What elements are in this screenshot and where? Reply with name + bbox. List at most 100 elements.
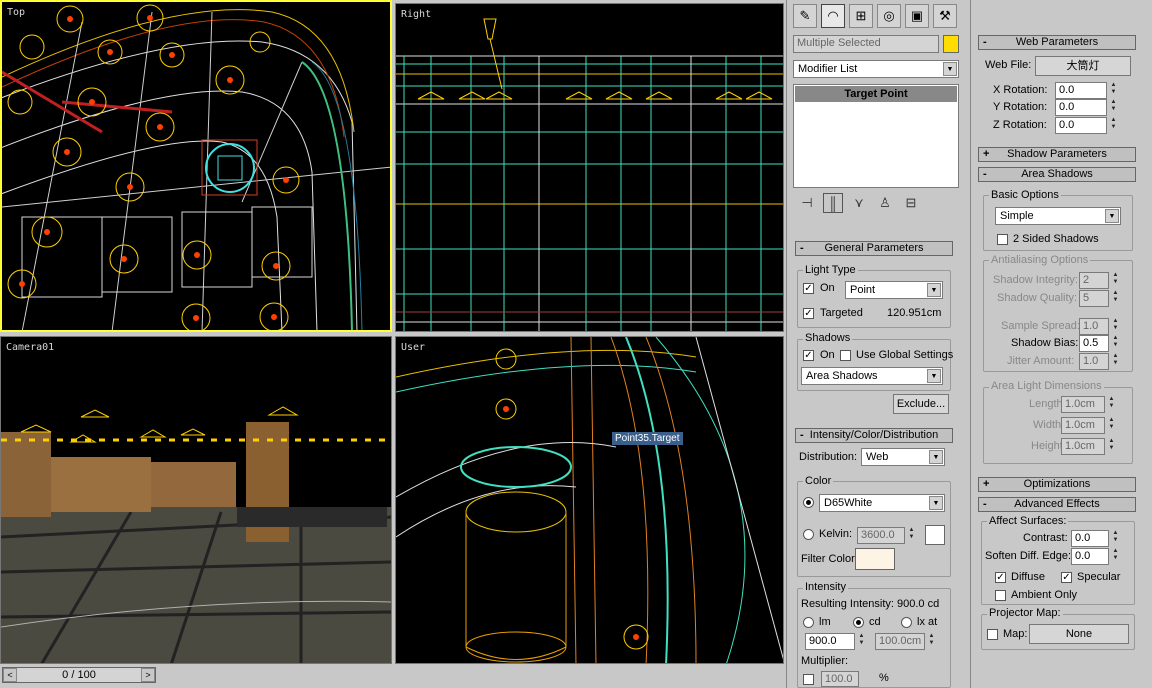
two-sided-checkbox[interactable] [997,234,1008,245]
jitter-input[interactable]: 1.0 [1079,353,1109,370]
quality-input[interactable]: 5 [1079,290,1109,307]
color-preset-value: D65White [824,497,873,509]
soften-input[interactable]: 0.0 [1071,548,1109,565]
make-unique-icon[interactable]: ⋎ [849,193,869,213]
multiplier-input[interactable]: 100.0 [821,671,859,687]
x-rotation-input[interactable]: 0.0 [1055,82,1107,99]
show-end-result-icon[interactable]: ║ [823,193,843,213]
color-preset-dropdown[interactable]: D65White ▼ [819,494,945,512]
area-shadows-rollout[interactable]: - Area Shadows [978,167,1136,182]
viewport-label-user[interactable]: User [401,342,425,353]
intensity-value-input[interactable]: 900.0 [805,633,855,650]
light-type-dropdown[interactable]: Point ▼ [845,281,943,299]
web-parameters-rollout[interactable]: - Web Parameters [978,35,1136,50]
ambient-only-checkbox[interactable] [995,590,1006,601]
time-next-button[interactable]: > [141,668,155,682]
selection-color-swatch[interactable] [943,35,959,53]
integrity-spinner[interactable]: ▲ ▼ [1111,272,1120,288]
targeted-checkbox[interactable]: ✓ [803,308,814,319]
general-parameters-rollout[interactable]: - General Parameters [795,241,953,256]
specular-checkbox[interactable]: ✓ [1061,572,1072,583]
shadow-parameters-rollout[interactable]: + Shadow Parameters [978,147,1136,162]
length-spinner[interactable]: ▲ ▼ [1107,396,1116,412]
intensity-rollout[interactable]: - Intensity/Color/Distribution [795,428,953,443]
kelvin-input[interactable]: 3600.0 [857,527,905,544]
diffuse-label: Diffuse [1011,571,1046,583]
time-slider[interactable]: < 0 / 100 > [2,667,156,683]
contrast-input[interactable]: 0.0 [1071,530,1109,547]
distribution-dropdown[interactable]: Web ▼ [861,448,945,466]
map-none-button[interactable]: None [1029,624,1129,644]
sample-spread-spinner[interactable]: ▲ ▼ [1111,318,1120,334]
shadow-bias-spinner[interactable]: ▲ ▼ [1111,335,1120,351]
kelvin-radio[interactable] [803,529,814,540]
viewport-right[interactable]: Right [395,3,784,332]
intensity-spinner[interactable]: ▲ ▼ [857,633,866,649]
area-mode-value: Simple [1000,210,1034,222]
shadows-on-checkbox[interactable]: ✓ [803,350,814,361]
height-spinner[interactable]: ▲ ▼ [1107,438,1116,454]
antialias-label: Antialiasing Options [989,254,1091,266]
light-on-checkbox[interactable]: ✓ [803,283,814,294]
shadow-bias-input[interactable]: 0.5 [1079,335,1109,352]
cd-radio[interactable] [853,617,864,628]
exclude-button[interactable]: Exclude... [893,394,949,414]
optimizations-title: Optimizations [1023,478,1091,490]
sample-spread-input[interactable]: 1.0 [1079,318,1109,335]
preset-radio[interactable] [803,497,814,508]
time-prev-button[interactable]: < [3,668,17,682]
z-rotation-input[interactable]: 0.0 [1055,117,1107,134]
shadows-on-label: On [820,349,835,361]
modifier-stack-list[interactable]: Target Point [793,84,959,188]
kelvin-color-swatch[interactable] [925,525,945,545]
kelvin-spinner[interactable]: ▲ ▼ [907,527,916,543]
contrast-spinner[interactable]: ▲ ▼ [1111,530,1120,546]
create-icon[interactable]: ✎ [793,4,817,28]
height-input[interactable]: 1.0cm [1061,438,1105,455]
width-input[interactable]: 1.0cm [1061,417,1105,434]
lx-distance-input[interactable]: 100.0cm [875,633,925,650]
z-rotation-spinner[interactable]: ▲ ▼ [1109,117,1118,133]
filter-color-swatch[interactable] [855,548,895,570]
display-icon[interactable]: ▣ [905,4,929,28]
diffuse-checkbox[interactable]: ✓ [995,572,1006,583]
optimizations-rollout[interactable]: + Optimizations [978,477,1136,492]
soften-spinner[interactable]: ▲ ▼ [1111,548,1120,564]
y-rotation-input[interactable]: 0.0 [1055,99,1107,116]
lx-distance-spinner[interactable]: ▲ ▼ [927,633,936,649]
advanced-effects-rollout[interactable]: - Advanced Effects [978,497,1136,512]
viewport-user[interactable]: User Point35.Target [395,336,784,664]
length-input[interactable]: 1.0cm [1061,396,1105,413]
motion-icon[interactable]: ◎ [877,4,901,28]
lx-at-radio[interactable] [901,617,912,628]
web-file-button[interactable]: 大筒灯 [1035,56,1131,76]
configure-icon[interactable]: ⊟ [901,193,921,213]
width-spinner[interactable]: ▲ ▼ [1107,417,1116,433]
basic-options-label: Basic Options [989,189,1061,201]
viewport-label-camera[interactable]: Camera01 [6,342,54,353]
integrity-input[interactable]: 2 [1079,272,1109,289]
map-checkbox[interactable] [987,629,998,640]
modify-icon[interactable]: ◠ [821,4,845,28]
viewport-camera[interactable]: Camera01 [0,336,392,664]
viewport-top[interactable]: Top [0,0,392,332]
pin-icon[interactable]: ⊣ [797,193,817,213]
lm-radio[interactable] [803,617,814,628]
area-mode-dropdown[interactable]: Simple ▼ [995,207,1121,225]
utilities-icon[interactable]: ⚒ [933,4,957,28]
modifier-list-dropdown[interactable]: Modifier List ▼ [793,60,959,78]
stack-item-target-point[interactable]: Target Point [795,86,957,102]
selection-name-field[interactable]: Multiple Selected [793,35,939,53]
multiplier-checkbox[interactable] [803,674,814,685]
use-global-checkbox[interactable] [840,350,851,361]
viewport-label-top[interactable]: Top [7,7,25,18]
web-file-label: Web File: [985,59,1032,71]
shadow-type-dropdown[interactable]: Area Shadows ▼ [801,367,943,385]
y-rotation-spinner[interactable]: ▲ ▼ [1109,99,1118,115]
hierarchy-icon[interactable]: ⊞ [849,4,873,28]
jitter-spinner[interactable]: ▲ ▼ [1111,353,1120,369]
remove-modifier-icon[interactable]: ♙ [875,193,895,213]
x-rotation-spinner[interactable]: ▲ ▼ [1109,82,1118,98]
quality-spinner[interactable]: ▲ ▼ [1111,290,1120,306]
viewport-label-right[interactable]: Right [401,9,431,20]
